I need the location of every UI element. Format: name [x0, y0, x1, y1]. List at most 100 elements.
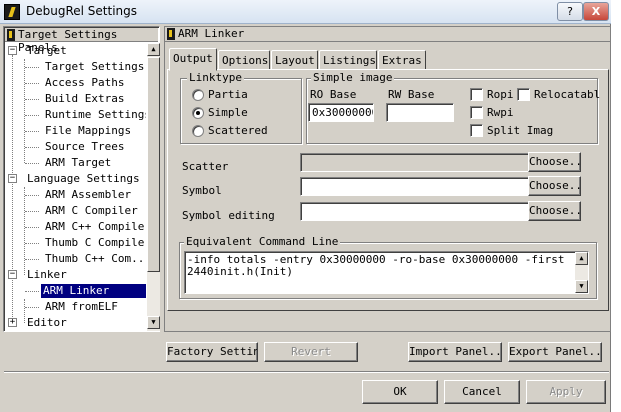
command-line-scrollbar[interactable]: ▲ ▼ — [575, 252, 588, 293]
simple-image-title: Simple image — [311, 71, 395, 84]
collapse-toggle[interactable]: − — [8, 46, 17, 55]
tree-branch — [25, 83, 39, 84]
tree-branch — [25, 99, 39, 100]
tab-layout[interactable]: Layout — [271, 50, 318, 70]
tree-item-label: Build Extras — [45, 92, 125, 105]
linktype-title: Linktype — [187, 71, 244, 84]
tree-item-label: ARM fromELF — [45, 300, 118, 313]
rwpi-label: Rwpi — [487, 106, 514, 119]
revert-button[interactable]: Revert — [264, 342, 358, 362]
expand-toggle[interactable]: + — [8, 318, 17, 327]
settings-window: DebugRel Settings ? X Target Settings Pa… — [0, 0, 611, 412]
tree-item-arm-c-compiler[interactable]: ARM C Compiler — [5, 203, 146, 219]
scroll-down-arrow-icon[interactable]: ▼ — [147, 316, 160, 329]
scatter-input[interactable] — [300, 153, 530, 172]
tree-item-file-mappings[interactable]: File Mappings — [5, 123, 146, 139]
radio-partia-label: Partia — [208, 88, 248, 101]
tree-item-label: ARM C++ Compiler — [45, 220, 146, 233]
cancel-button[interactable]: Cancel — [444, 380, 520, 404]
tree-item-source-trees[interactable]: Source Trees — [5, 139, 146, 155]
tree-item-language-settings[interactable]: − Language Settings — [5, 171, 146, 187]
symbol-input[interactable] — [300, 177, 530, 196]
tree-item-build-extras[interactable]: Build Extras — [5, 91, 146, 107]
collapse-toggle[interactable]: − — [8, 174, 17, 183]
symbol-editing-label: Symbol editing — [182, 209, 275, 222]
command-line-box[interactable]: -info totals -entry 0x30000000 -ro-base … — [184, 251, 589, 294]
ok-button[interactable]: OK — [362, 380, 438, 404]
tree-item-label: ARM Linker — [41, 284, 146, 298]
tree-item-linker[interactable]: − Linker — [5, 267, 146, 283]
ro-base-input[interactable]: 0x30000000 — [308, 103, 374, 122]
symbol-editing-input[interactable] — [300, 202, 530, 221]
rwpi-checkbox[interactable] — [470, 106, 483, 119]
tree-item-access-paths[interactable]: Access Paths — [5, 75, 146, 91]
radio-simple[interactable] — [192, 107, 204, 119]
scroll-down-arrow-icon[interactable]: ▼ — [575, 280, 588, 293]
radio-scattered[interactable] — [192, 125, 204, 137]
tree-item-label: ARM Assembler — [45, 188, 132, 201]
tree-item-label: Thumb C Compiler — [45, 236, 146, 249]
tree-item-arm-fromelf[interactable]: ARM fromELF — [5, 299, 146, 315]
scatter-choose-button[interactable]: Choose... — [528, 152, 581, 172]
tree-item-label: Target Settings — [45, 60, 145, 73]
close-button[interactable]: X — [583, 2, 609, 21]
tree-branch — [25, 227, 39, 228]
tree-item-arm-cpp-compiler[interactable]: ARM C++ Compiler — [5, 219, 146, 235]
symbol-label: Symbol — [182, 184, 222, 197]
tree-item-arm-linker[interactable]: ARM Linker — [5, 283, 146, 299]
radio-selected-dot — [196, 111, 200, 115]
scroll-thumb[interactable] — [147, 57, 160, 272]
tree-item-label: Editor — [27, 316, 67, 329]
relocatable-checkbox[interactable] — [517, 88, 530, 101]
tree-item-label: ARM Target — [45, 156, 112, 169]
panel-header: ARM Linker — [165, 27, 610, 42]
tree-scrollbar[interactable]: ▲ ▼ — [147, 43, 160, 331]
tree-item-target[interactable]: − Target — [5, 43, 146, 59]
window-title: DebugRel Settings — [26, 4, 138, 18]
tree-item-label: Thumb C++ Com... — [45, 252, 146, 265]
tree-item-thumb-cpp-compiler[interactable]: Thumb C++ Com... — [5, 251, 146, 267]
rw-base-input[interactable] — [386, 103, 454, 122]
settings-tree: Target Settings Panels − Target Target S… — [3, 26, 160, 332]
help-button[interactable]: ? — [557, 2, 583, 21]
equivalent-command-title: Equivalent Command Line — [184, 235, 341, 248]
title-bar[interactable]: DebugRel Settings ? X — [0, 0, 611, 24]
tree-branch — [25, 131, 39, 132]
tab-listings[interactable]: Listings — [319, 50, 377, 70]
tab-output[interactable]: Output — [169, 48, 217, 71]
footer-divider — [4, 371, 609, 373]
tree-header: Target Settings Panels — [5, 28, 158, 54]
panel-title: ARM Linker — [178, 27, 245, 40]
import-panel-button[interactable]: Import Panel... — [408, 342, 502, 362]
tree-branch — [25, 195, 39, 196]
tree-item-thumb-c-compiler[interactable]: Thumb C Compiler — [5, 235, 146, 251]
tree-item-arm-assembler[interactable]: ARM Assembler — [5, 187, 146, 203]
tree-item-label: Language Settings — [27, 172, 140, 185]
symbol-editing-choose-button[interactable]: Choose... — [528, 201, 581, 221]
scroll-up-arrow-icon[interactable]: ▲ — [147, 43, 160, 56]
ropi-checkbox[interactable] — [470, 88, 483, 101]
command-line-text: -info totals -entry 0x30000000 -ro-base … — [187, 253, 565, 278]
tree-item-label: Runtime Settings — [45, 108, 146, 121]
factory-settings-button[interactable]: Factory Settings — [166, 342, 258, 362]
tree-branch — [25, 115, 39, 116]
tree-item-arm-target[interactable]: ARM Target — [5, 155, 146, 171]
export-panel-button[interactable]: Export Panel... — [508, 342, 602, 362]
scroll-up-arrow-icon[interactable]: ▲ — [575, 252, 588, 265]
tree-item-label: Target — [27, 44, 67, 57]
symbol-choose-button[interactable]: Choose... — [528, 176, 581, 196]
tree-item-label: Linker — [27, 268, 67, 281]
radio-partia[interactable] — [192, 89, 204, 101]
tree-item-runtime-settings[interactable]: Runtime Settings — [5, 107, 146, 123]
apply-button[interactable]: Apply — [526, 380, 606, 404]
tree-branch — [25, 259, 39, 260]
tree-item-editor[interactable]: + Editor — [5, 315, 146, 331]
ropi-label: Ropi — [487, 88, 514, 101]
tab-extras[interactable]: Extras — [378, 50, 426, 70]
tab-options[interactable]: Options — [218, 50, 270, 70]
rw-base-label: RW Base — [388, 88, 435, 101]
header-icon — [167, 28, 175, 40]
split-image-checkbox[interactable] — [470, 124, 483, 137]
collapse-toggle[interactable]: − — [8, 270, 17, 279]
tree-item-target-settings[interactable]: Target Settings — [5, 59, 146, 75]
